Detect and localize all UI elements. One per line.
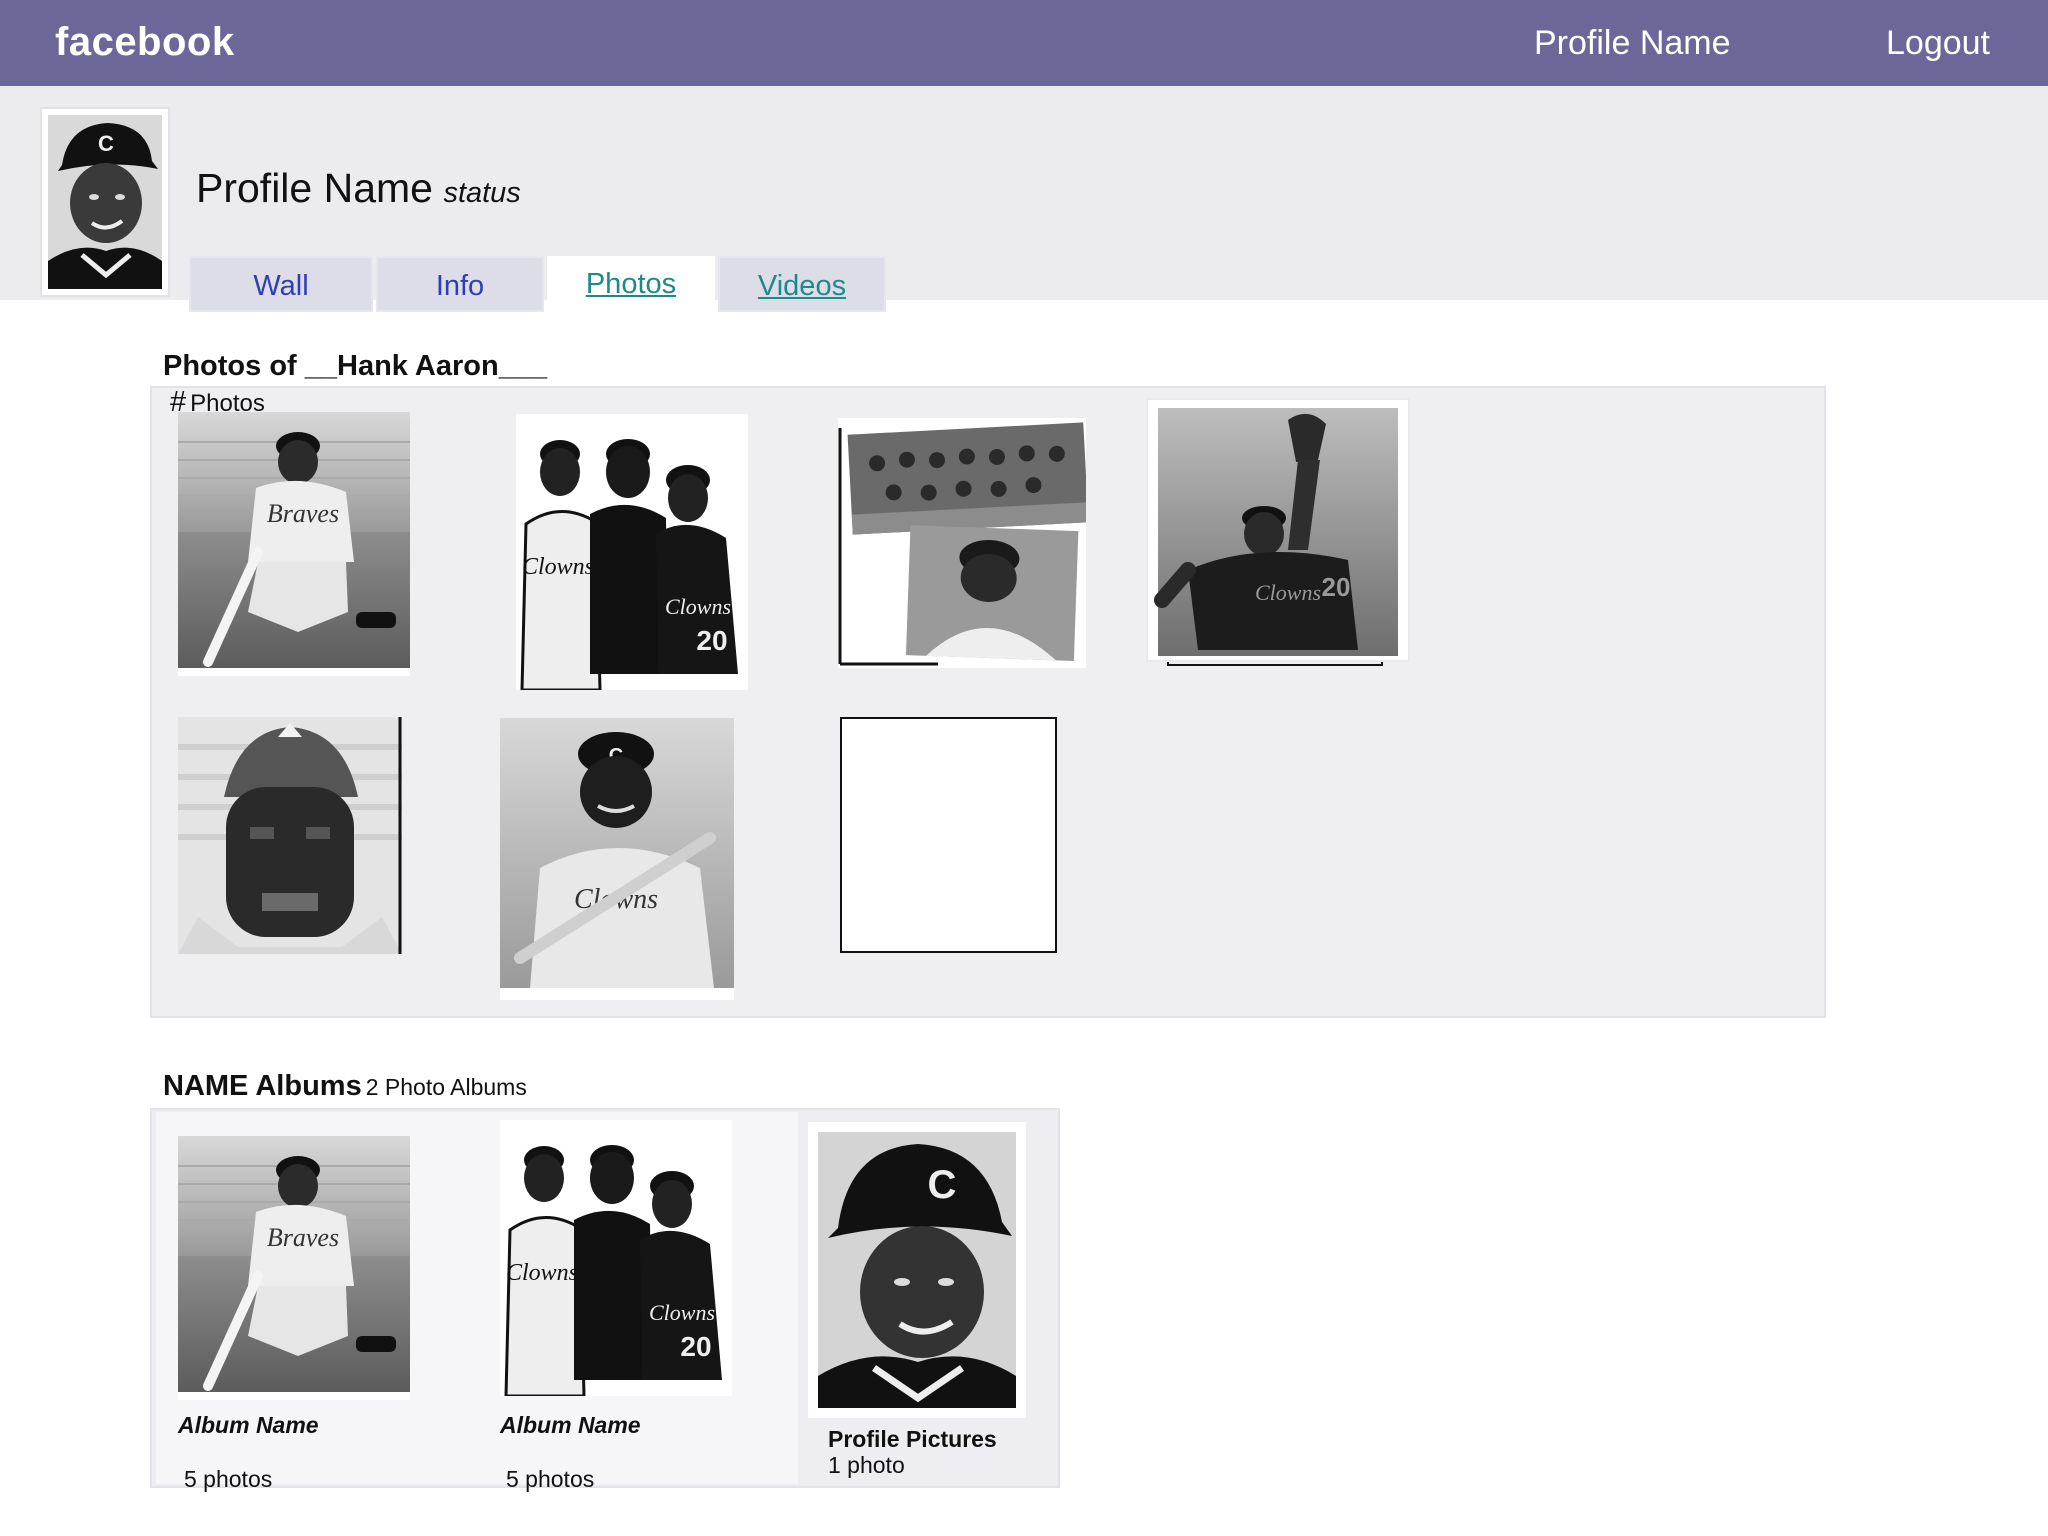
svg-text:Clowns: Clowns bbox=[1255, 580, 1321, 605]
profile-status[interactable]: status bbox=[443, 177, 520, 209]
photo-batter: C Clowns bbox=[500, 718, 734, 1000]
tab-photos[interactable]: Photos bbox=[547, 256, 715, 312]
tab-videos[interactable]: Videos bbox=[718, 256, 886, 312]
svg-text:Clowns: Clowns bbox=[649, 1300, 715, 1325]
photo-pitcher: Clowns 20 bbox=[1154, 408, 1398, 656]
photo-4-underline bbox=[1167, 662, 1383, 666]
tab-info[interactable]: Info bbox=[376, 256, 544, 312]
facebook-logo[interactable]: facebook bbox=[55, 20, 235, 65]
album-name[interactable]: Album Name bbox=[500, 1412, 641, 1439]
tab-wall[interactable]: Wall bbox=[189, 256, 373, 312]
photo-thumbnail[interactable]: Clowns Clowns 20 bbox=[516, 414, 748, 690]
album-name[interactable]: Album Name bbox=[178, 1412, 319, 1439]
photo-pixelated-portrait bbox=[178, 717, 402, 954]
profile-avatar[interactable]: C bbox=[40, 107, 170, 297]
svg-text:20: 20 bbox=[680, 1331, 711, 1362]
svg-text:Braves: Braves bbox=[267, 499, 339, 528]
album-photo-count: 1 photo bbox=[828, 1452, 905, 1478]
svg-text:Clowns: Clowns bbox=[506, 1260, 578, 1286]
photo-kneeling-player: Braves bbox=[178, 412, 410, 676]
top-profile-link[interactable]: Profile Name bbox=[1534, 24, 1731, 63]
photo-thumbnail[interactable]: Braves bbox=[178, 412, 410, 676]
svg-text:20: 20 bbox=[1322, 572, 1351, 602]
albums-subtitle: 2 Photo Albums bbox=[365, 1074, 527, 1100]
album-cover-kneeling-player: Braves bbox=[178, 1136, 410, 1400]
album-cover[interactable]: Braves bbox=[178, 1136, 410, 1400]
photo-placeholder[interactable] bbox=[840, 717, 1057, 953]
svg-text:Braves: Braves bbox=[267, 1223, 339, 1252]
profile-name-line: Profile Name status bbox=[196, 165, 521, 212]
album-cover-three-players: Clowns Clowns 20 bbox=[500, 1120, 732, 1396]
album-cover[interactable]: C bbox=[808, 1122, 1026, 1418]
svg-text:Clowns: Clowns bbox=[665, 594, 731, 619]
svg-text:20: 20 bbox=[696, 625, 727, 656]
svg-text:Clowns: Clowns bbox=[522, 554, 594, 580]
top-bar: facebook Profile Name Logout bbox=[0, 0, 2048, 86]
album-photo-count: 5 photos bbox=[184, 1466, 273, 1492]
photo-thumbnail[interactable] bbox=[838, 418, 1086, 668]
profile-name: Profile Name bbox=[196, 165, 433, 211]
photo-thumbnail[interactable] bbox=[178, 717, 402, 954]
album-photo-count: 5 photos bbox=[506, 1466, 595, 1492]
photos-section-title: Photos of __Hank Aaron___ bbox=[163, 350, 548, 382]
photo-thumbnail[interactable]: C Clowns bbox=[500, 718, 734, 1000]
logout-link[interactable]: Logout bbox=[1886, 24, 1990, 63]
albums-section-title: NAME Albums 2 Photo Albums bbox=[163, 1070, 527, 1103]
albums-title: NAME Albums bbox=[163, 1070, 362, 1102]
photo-team-collage bbox=[838, 418, 1086, 668]
svg-text:C: C bbox=[928, 1163, 957, 1207]
album-name[interactable]: Profile Pictures bbox=[828, 1426, 997, 1453]
svg-text:C: C bbox=[98, 131, 114, 156]
avatar-photo: C bbox=[48, 115, 162, 289]
album-cover-profile-picture: C bbox=[818, 1132, 1016, 1408]
album-cover[interactable]: Clowns Clowns 20 bbox=[500, 1120, 732, 1396]
photo-three-players: Clowns Clowns 20 bbox=[516, 414, 748, 690]
photo-thumbnail[interactable]: Clowns 20 bbox=[1146, 398, 1410, 662]
